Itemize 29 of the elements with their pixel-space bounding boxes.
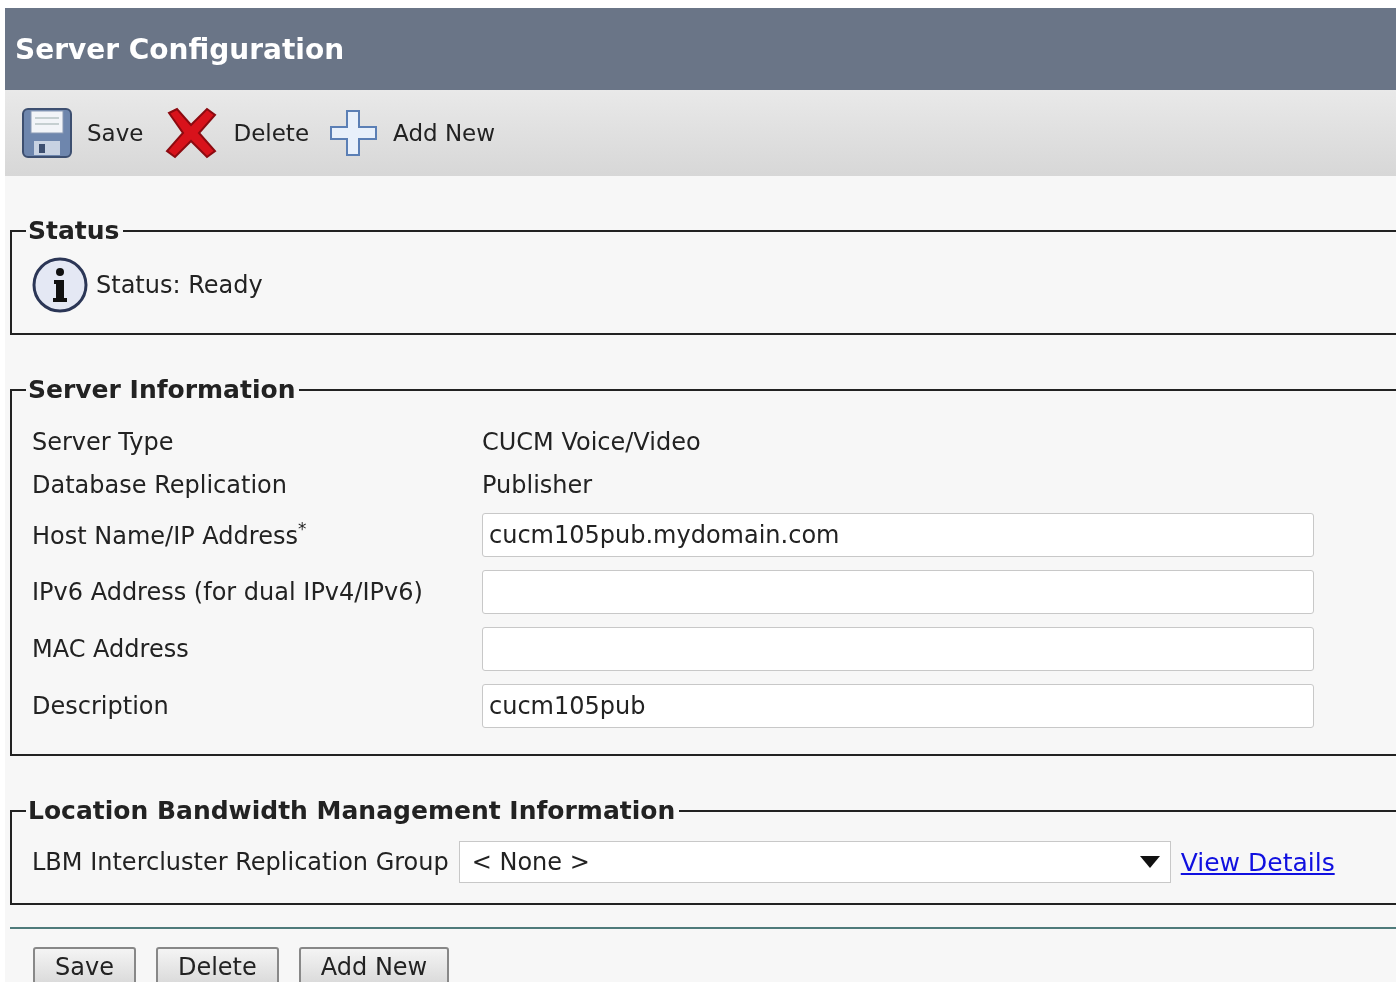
field-label: Description <box>32 691 170 720</box>
plus-icon <box>329 109 380 157</box>
section-legend: Server Information <box>26 375 300 404</box>
field-label: MAC Address <box>32 634 190 663</box>
section-legend: Status <box>26 216 124 245</box>
field-value: Publisher <box>482 470 593 499</box>
form-button[interactable]: Add New <box>298 947 450 982</box>
field-label: LBM Intercluster Replication Group <box>32 848 449 876</box>
toolbar-button[interactable]: Save <box>21 107 144 159</box>
form-button[interactable]: Save <box>33 947 136 982</box>
input-field[interactable]: cucm105pub.mydomain.com <box>482 512 1314 557</box>
toolbar-button[interactable]: Add New <box>329 109 496 157</box>
caret-icon <box>1139 856 1160 868</box>
info-icon <box>32 257 88 313</box>
dropdown[interactable]: < None > <box>458 841 1171 883</box>
field-label: Host Name/IP Address$^{*}$ <box>32 519 308 550</box>
input-field[interactable] <box>482 626 1314 671</box>
field-label: IPv6 Address (for dual IPv4/IPv6) <box>32 577 424 606</box>
input-field[interactable]: cucm105pub <box>482 683 1314 728</box>
form-button[interactable]: Delete <box>155 947 279 982</box>
section-legend: Location Bandwidth Management Information <box>26 796 680 825</box>
window-title: Server Configuration <box>15 32 345 66</box>
toolbar-button[interactable]: Delete <box>163 107 310 159</box>
field-label: Database Replication <box>32 470 288 499</box>
status-text: Status: Ready <box>96 271 263 299</box>
input-field[interactable] <box>482 569 1314 614</box>
field-label: Server Type <box>32 427 175 456</box>
view-details-link[interactable]: View Details <box>1180 847 1335 877</box>
field-value: CUCM Voice/Video <box>482 427 701 456</box>
